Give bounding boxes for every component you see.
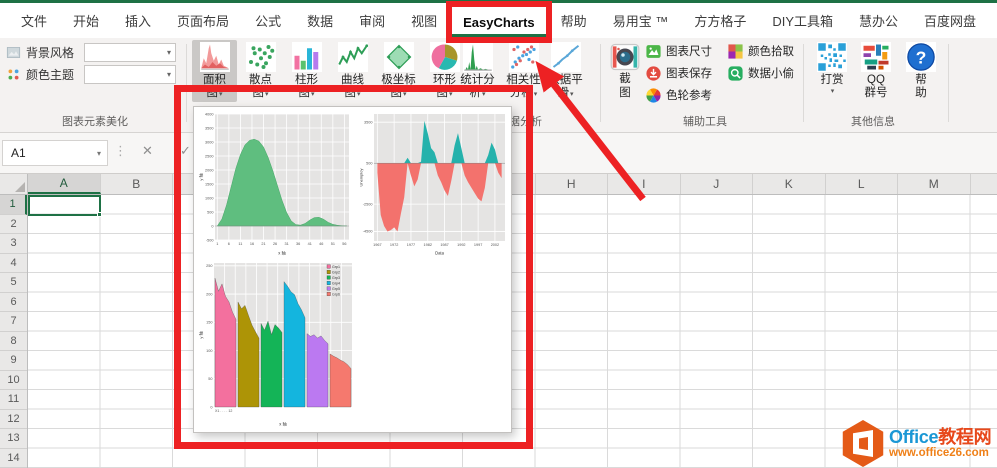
name-box[interactable]: A1 ▾	[2, 140, 108, 166]
menu-tab-5[interactable]: 数据	[294, 5, 346, 38]
row-header-4[interactable]: 4	[0, 254, 27, 274]
menu-tab-3[interactable]: 页面布局	[164, 5, 242, 38]
chevron-down-icon: ▾	[831, 87, 835, 95]
row-header-6[interactable]: 6	[0, 293, 27, 313]
column-header-I[interactable]: I	[608, 174, 681, 194]
menu-tab-9[interactable]: 帮助	[548, 5, 600, 38]
row-header-2[interactable]: 2	[0, 215, 27, 235]
column-chart-icon	[292, 42, 322, 72]
cancel-icon[interactable]: ✕	[142, 143, 153, 159]
annotation-box-gallery	[174, 85, 533, 449]
group-divider	[948, 44, 949, 122]
menu-tab-2[interactable]: 插入	[112, 5, 164, 38]
color-theme-row: 颜色主题	[6, 65, 74, 84]
column-header-B[interactable]: B	[101, 174, 174, 194]
group-label-info: 其他信息	[828, 113, 918, 129]
row-header-8[interactable]: 8	[0, 332, 27, 352]
color-theme-label: 颜色主题	[26, 66, 74, 83]
background-style-select[interactable]: ▾	[84, 43, 176, 62]
row-header-12[interactable]: 12	[0, 410, 27, 430]
column-header-H[interactable]: H	[536, 174, 609, 194]
chart-save-icon	[645, 65, 662, 82]
ribbon-button-donate-qr[interactable]: 打赏▾	[810, 40, 854, 95]
row-header-5[interactable]: 5	[0, 273, 27, 293]
donate-qr-icon	[817, 42, 847, 72]
watermark-brand-cn: 教程网	[938, 427, 991, 447]
ribbon-button-chart-save[interactable]: 图表保存	[645, 63, 712, 83]
column-header-K[interactable]: K	[753, 174, 826, 194]
data-smooth-icon	[551, 42, 581, 72]
column-header-N[interactable]: N	[971, 174, 997, 194]
menu-tab-10[interactable]: 易用宝 ™	[600, 5, 682, 38]
color-pick-icon	[727, 43, 744, 60]
menu-tab-11[interactable]: 方方格子	[681, 5, 759, 38]
excel-easycharts-window: 文件开始插入页面布局公式数据审阅视图EasyCharts帮助易用宝 ™方方格子D…	[0, 0, 997, 468]
menu-tab-14[interactable]: 百度网盘	[911, 5, 989, 38]
watermark-url: www.office26.com	[889, 448, 991, 460]
color-theme-icon	[6, 67, 21, 82]
row-header-11[interactable]: 11	[0, 390, 27, 410]
watermark-brand-en: Office	[889, 427, 938, 447]
ribbon-button-data-thief[interactable]: 数据小偷	[727, 63, 794, 83]
ribbon-button-chart-size[interactable]: 图表尺寸	[645, 41, 712, 61]
background-style-icon	[6, 45, 21, 60]
group-divider	[600, 44, 601, 122]
chart-size-icon	[645, 43, 662, 60]
annotation-box-easycharts-tab	[446, 1, 552, 43]
row-header-1[interactable]: 1	[0, 195, 27, 215]
ribbon-button-color-pick[interactable]: 颜色拾取	[727, 41, 794, 61]
menu-tab-1[interactable]: 开始	[60, 5, 112, 38]
color-theme-select[interactable]: ▾	[84, 65, 176, 84]
group-label-tools: 辅助工具	[660, 113, 750, 129]
scatter-chart-icon	[246, 42, 276, 72]
curve-chart-icon	[338, 42, 368, 72]
menu-tab-7[interactable]: 视图	[398, 5, 450, 38]
name-box-value: A1	[11, 146, 26, 160]
screenshot-camera-icon	[610, 42, 640, 72]
select-all-corner[interactable]	[0, 174, 28, 195]
group-label-beautify: 图表元素美化	[30, 113, 160, 129]
menu-tab-0[interactable]: 文件	[8, 5, 60, 38]
row-header-3[interactable]: 3	[0, 234, 27, 254]
qq-group-icon	[861, 42, 891, 72]
ribbon-button-data-smooth[interactable]: 数据平滑▾	[543, 40, 588, 102]
row-headers: 1234567891011121314	[0, 195, 28, 468]
ribbon-button-qq-group[interactable]: QQ群号	[854, 40, 898, 100]
background-style-row: 背景风格	[6, 43, 74, 62]
correlation-icon	[509, 42, 539, 72]
office-logo-icon	[840, 420, 886, 467]
polar-chart-icon	[384, 42, 414, 72]
screenshot-button[interactable]: 截 图	[605, 40, 645, 100]
row-header-14[interactable]: 14	[0, 449, 27, 468]
background-style-label: 背景风格	[26, 44, 74, 61]
row-header-9[interactable]: 9	[0, 351, 27, 371]
selected-cell-outline[interactable]	[28, 195, 101, 216]
color-wheel-icon	[645, 87, 662, 104]
menu-tab-4[interactable]: 公式	[242, 5, 294, 38]
column-header-J[interactable]: J	[681, 174, 754, 194]
name-box-caret-icon[interactable]: ▾	[97, 149, 101, 158]
column-header-A[interactable]: A	[28, 174, 101, 194]
row-header-7[interactable]: 7	[0, 312, 27, 332]
help-icon: ?	[906, 42, 936, 72]
column-header-M[interactable]: M	[898, 174, 971, 194]
group-divider	[803, 44, 804, 122]
ribbon-button-color-wheel[interactable]: 色轮参考	[645, 85, 712, 105]
menu-tab-12[interactable]: DIY工具箱	[759, 5, 846, 38]
stat-analysis-icon	[463, 42, 493, 72]
column-header-L[interactable]: L	[826, 174, 899, 194]
area-chart-icon	[200, 42, 230, 72]
menu-tab-6[interactable]: 审阅	[346, 5, 398, 38]
row-header-10[interactable]: 10	[0, 371, 27, 391]
svg-text:?: ?	[916, 47, 927, 67]
data-thief-icon	[727, 65, 744, 82]
office26-watermark: Office教程网 www.office26.com	[840, 420, 997, 467]
row-header-13[interactable]: 13	[0, 429, 27, 449]
fill-handle[interactable]	[97, 212, 102, 217]
ribbon-button-help[interactable]: ?帮助	[899, 40, 943, 100]
formula-bar-handle-icon: ⋮	[114, 143, 127, 159]
menu-tab-13[interactable]: 慧办公	[846, 5, 911, 38]
